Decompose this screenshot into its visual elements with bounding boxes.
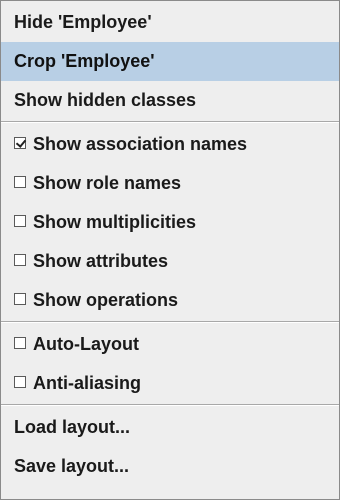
checkbox-unchecked-icon xyxy=(14,337,26,350)
checkbox-unchecked-icon xyxy=(14,176,26,189)
menu-item-auto-layout[interactable]: Auto-Layout xyxy=(1,325,339,364)
menu-item-show-role-names[interactable]: Show role names xyxy=(1,164,339,203)
checkbox-checked-icon xyxy=(14,137,26,150)
menu-item-show-attributes[interactable]: Show attributes xyxy=(1,242,339,281)
context-menu: Hide 'Employee' Crop 'Employee' Show hid… xyxy=(0,0,340,500)
menu-item-show-multiplicities[interactable]: Show multiplicities xyxy=(1,203,339,242)
menu-item-load-layout[interactable]: Load layout... xyxy=(1,408,339,447)
menu-separator xyxy=(1,121,339,123)
menu-separator xyxy=(1,321,339,323)
menu-item-label: Show association names xyxy=(33,134,248,154)
menu-item-label: Crop 'Employee' xyxy=(14,51,155,71)
menu-item-label: Show operations xyxy=(33,290,179,310)
menu-item-label: Show multiplicities xyxy=(33,212,197,232)
menu-item-label: Save layout... xyxy=(14,456,130,476)
menu-item-show-hidden-classes[interactable]: Show hidden classes xyxy=(1,81,339,120)
menu-item-crop-employee[interactable]: Crop 'Employee' xyxy=(1,42,339,81)
menu-item-save-layout[interactable]: Save layout... xyxy=(1,447,339,486)
menu-item-label: Show role names xyxy=(33,173,182,193)
menu-item-show-association-names[interactable]: Show association names xyxy=(1,125,339,164)
checkbox-unchecked-icon xyxy=(14,293,26,306)
menu-item-label: Show hidden classes xyxy=(14,90,197,110)
menu-item-label: Hide 'Employee' xyxy=(14,12,152,32)
checkbox-unchecked-icon xyxy=(14,376,26,389)
menu-item-label: Auto-Layout xyxy=(33,334,139,354)
menu-item-label: Anti-aliasing xyxy=(33,373,142,393)
checkbox-unchecked-icon xyxy=(14,254,26,267)
checkbox-unchecked-icon xyxy=(14,215,26,228)
menu-item-anti-aliasing[interactable]: Anti-aliasing xyxy=(1,364,339,403)
menu-item-hide-employee[interactable]: Hide 'Employee' xyxy=(1,3,339,42)
menu-item-label: Show attributes xyxy=(33,251,169,271)
menu-item-show-operations[interactable]: Show operations xyxy=(1,281,339,320)
menu-separator xyxy=(1,404,339,406)
menu-item-label: Load layout... xyxy=(14,417,131,437)
